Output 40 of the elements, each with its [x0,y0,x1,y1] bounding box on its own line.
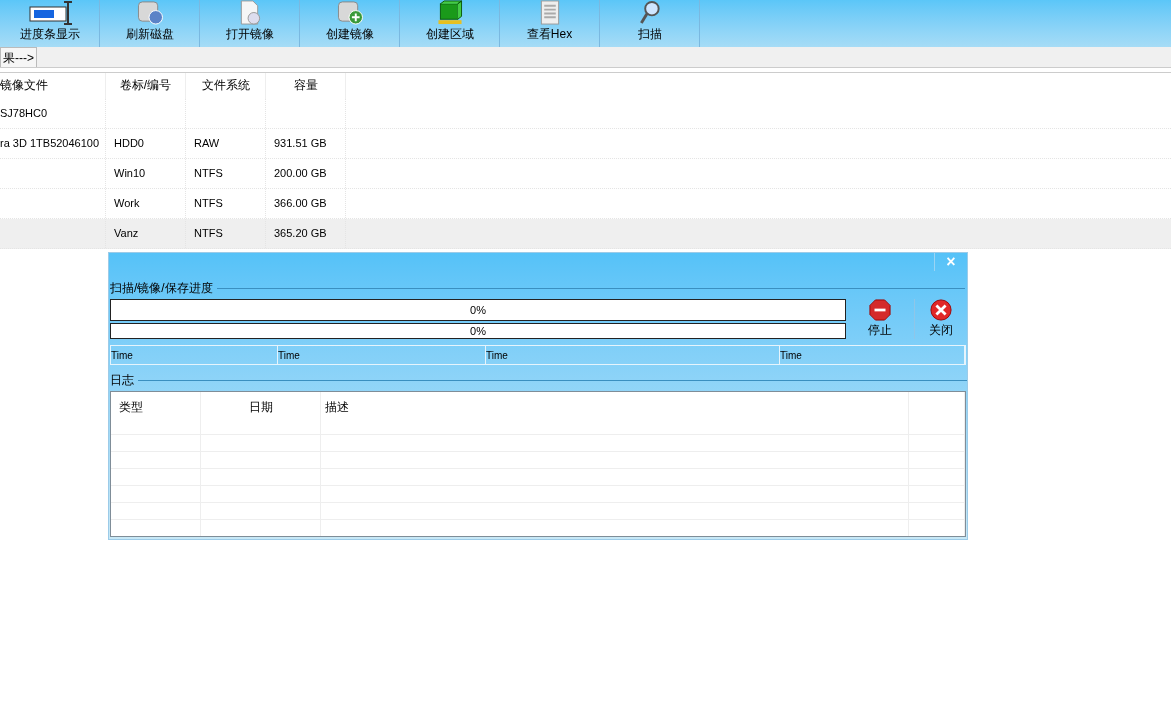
time-label: Time [278,348,300,363]
table-cell-text: NTFS [194,166,223,182]
table-cell-text: 931.51 GB [274,136,327,152]
table-row[interactable]: Work NTFS 366.00 GB [0,189,1171,219]
table-row[interactable]: ra 3D 1TB52046100 HDD0 RAW 931.51 GB [0,129,1171,159]
table-cell-text: NTFS [194,196,223,212]
group-title: 日志 [109,372,135,389]
time-label: Time [780,348,802,363]
result-tab[interactable]: 果---> [0,47,37,67]
table-cell-text: HDD0 [114,136,144,152]
table-cell-text: 365.20 GB [274,226,327,242]
table-row[interactable]: Win10 NTFS 200.00 GB [0,159,1171,189]
table-cell-text: ra 3D 1TB52046100 [0,136,100,152]
dialog-close-button[interactable]: 关闭 [914,299,966,339]
table-cell-text: Work [114,196,140,212]
group-title: 扫描/镜像/保存进度 [109,280,214,297]
close-circle-icon [928,299,953,321]
table-cell-text: 200.00 GB [274,166,327,182]
cube-icon [435,0,464,25]
time-label: Time [111,348,133,363]
table-cell-text: Win10 [114,166,146,182]
stop-sign-icon [868,299,892,321]
time-label: Time [486,348,508,363]
progress-reading: 0% [470,302,486,318]
table-row[interactable]: SJ78HC0 [0,99,1171,129]
table-cell-text: Vanz [114,226,139,242]
magnifier-icon [637,0,662,25]
stop-button[interactable]: 停止 [854,299,906,339]
progress-bar-icon [27,1,72,25]
table-cell-text: 366.00 GB [274,196,327,212]
column-header: 描述 [325,400,349,414]
column-header: 类型 [119,400,143,414]
column-header: 日期 [249,400,273,414]
progress-reading: 0% [470,323,486,339]
table-cell-text: NTFS [194,226,223,242]
disk-add-icon [335,0,364,25]
table-row[interactable]: Vanz NTFS 365.20 GB [0,219,1171,249]
table-cell-text: SJ78HC0 [0,106,48,122]
table-cell-text: RAW [194,136,220,152]
disk-refresh-icon [135,0,164,25]
